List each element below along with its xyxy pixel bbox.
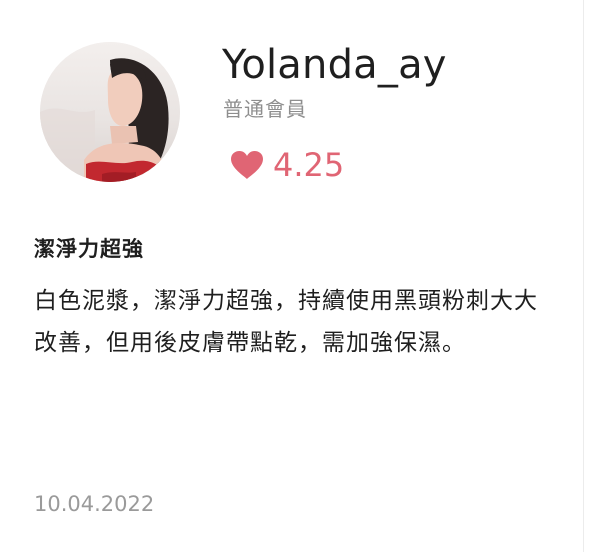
avatar-photo [40,42,180,182]
heart-icon [230,150,264,180]
member-level-label: 普通會員 [223,97,307,121]
rating: 4.25 [230,143,344,187]
card-edge-divider [583,0,584,552]
review-body: 白色泥漿，潔淨力超強，持續使用黑頭粉刺大大改善，但用後皮膚帶點乾，需加強保濕。 [34,288,538,356]
reviewer-username[interactable]: Yolanda_ay [222,38,447,92]
rating-value: 4.25 [273,146,345,184]
review-card: Yolanda_ay 普通會員 4.25 潔淨力超強 白色泥漿，潔淨力超強，持續… [0,0,590,552]
review-date: 10.04.2022 [34,492,155,516]
review-title: 潔淨力超強 [34,237,144,261]
avatar[interactable] [40,42,180,182]
